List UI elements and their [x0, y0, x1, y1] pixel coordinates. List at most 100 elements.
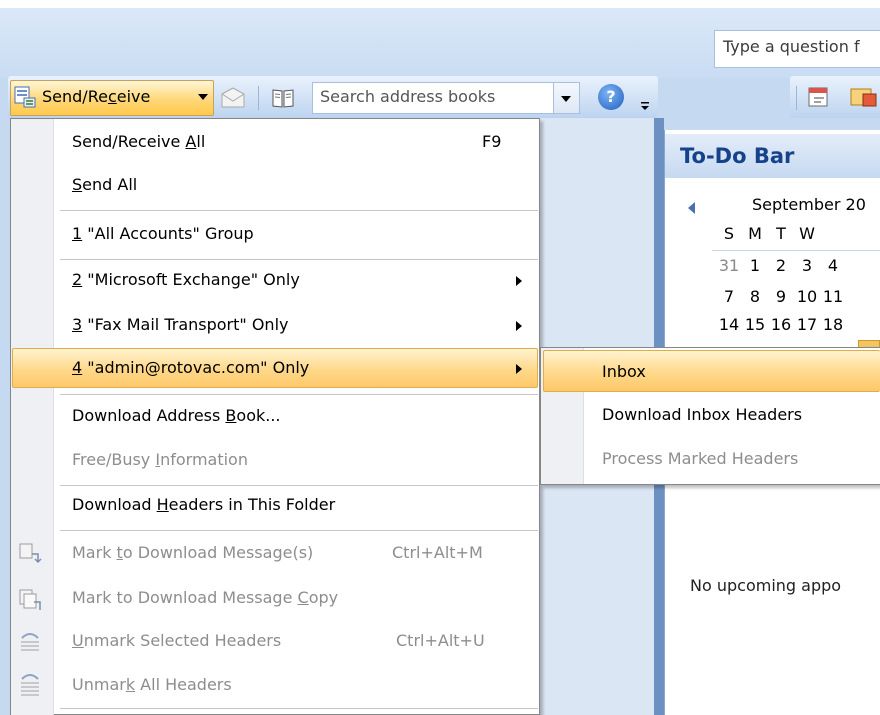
calendar-day[interactable]: 10	[794, 287, 820, 306]
label-part: Send/Receive	[72, 132, 186, 151]
submenu-arrow-icon	[516, 321, 522, 331]
label-part: end All	[82, 175, 138, 194]
calendar-day[interactable]: 2	[768, 256, 794, 275]
accelerator-key: A	[185, 132, 197, 151]
help-icon[interactable]: ?	[598, 84, 624, 110]
calendar-day[interactable]: 4	[820, 256, 846, 275]
submenu-arrow-icon	[516, 276, 522, 286]
submenu-item-highlight[interactable]	[543, 350, 880, 392]
calendar-week-row: 14 15 16 17 18	[716, 315, 846, 334]
previous-month-icon[interactable]	[688, 202, 695, 214]
label-part: "Microsoft Exchange" Only	[82, 270, 300, 289]
label-part: Unmar	[72, 675, 126, 694]
menu-item-unmark-selected-headers[interactable]: Unmark Selected Headers	[72, 631, 281, 650]
calendar-day[interactable]: 1	[742, 256, 768, 275]
menu-item-send-all[interactable]: Send All	[72, 175, 137, 194]
address-book-icon[interactable]	[272, 88, 294, 108]
calendar-icon[interactable]	[806, 84, 832, 110]
menu-item-free-busy-information[interactable]: Free/Busy Information	[72, 450, 248, 469]
label-part: eive	[116, 87, 151, 106]
shortcut-mark-to-download: Ctrl+Alt+M	[392, 543, 483, 562]
help-question-input[interactable]: Type a question f	[714, 30, 880, 68]
calendar-day[interactable]: 18	[820, 315, 846, 334]
menu-separator	[60, 485, 538, 486]
toolbar-options-icon[interactable]	[640, 96, 650, 112]
accelerator-key: H	[156, 495, 169, 514]
unmark-all-icon	[21, 674, 39, 696]
label-part: Download	[72, 495, 157, 514]
label-part: "Fax Mail Transport" Only	[82, 315, 289, 334]
menu-item-download-address-book[interactable]: Download Address Book...	[72, 406, 281, 425]
menu-item-send-receive-all[interactable]: Send/Receive All	[72, 132, 205, 151]
menu-item-fax-mail-transport-only[interactable]: 3 "Fax Mail Transport" Only	[72, 315, 288, 334]
shortcut-send-receive-all: F9	[482, 132, 502, 151]
rules-icon[interactable]	[848, 84, 880, 110]
submenu-item-download-inbox-headers[interactable]: Download Inbox Headers	[602, 405, 802, 424]
search-placeholder: Search address books	[320, 87, 496, 106]
label-part: ll	[196, 132, 206, 151]
calendar-day[interactable]: 8	[742, 287, 768, 306]
send-receive-icon	[14, 86, 36, 108]
day-header: W	[799, 224, 815, 243]
label-part: Free/Busy	[72, 450, 156, 469]
label-part: Mark to Download Message	[72, 588, 298, 607]
label-part: o Download Message(s)	[122, 543, 314, 562]
menu-item-admin-rotovac-only[interactable]: 4 "admin@rotovac.com" Only	[72, 358, 309, 377]
mark-download-copy-icon	[19, 589, 41, 610]
calendar-day[interactable]: 17	[794, 315, 820, 334]
toolbar-separator	[796, 86, 797, 110]
menu-separator	[60, 259, 538, 260]
day-header: S	[723, 224, 735, 243]
accelerator-key: C	[297, 588, 309, 607]
label-part: All Headers	[135, 675, 232, 694]
calendar-day[interactable]: 31	[716, 256, 742, 275]
calendar-day-headers: SMTW	[716, 224, 820, 243]
menu-item-mark-to-download-messages[interactable]: Mark to Download Message(s)	[72, 543, 313, 562]
menu-item-microsoft-exchange-only[interactable]: 2 "Microsoft Exchange" Only	[72, 270, 300, 289]
menu-item-download-headers-in-folder[interactable]: Download Headers in This Folder	[72, 495, 335, 514]
label-part: nformation	[160, 450, 248, 469]
title-strip	[0, 0, 880, 8]
label-part: "All Accounts" Group	[82, 224, 254, 243]
accelerator-key: 3	[72, 315, 83, 334]
calendar-day[interactable]: 14	[716, 315, 742, 334]
menu-separator	[60, 530, 538, 531]
menu-item-unmark-all-headers[interactable]: Unmark All Headers	[72, 675, 232, 694]
accelerator-key: B	[225, 406, 237, 425]
label-part: ook...	[236, 406, 281, 425]
mark-download-icon	[19, 543, 42, 564]
calendar-day[interactable]: 15	[742, 315, 768, 334]
menu-separator	[60, 210, 538, 211]
send-receive-label: Send/Receive	[42, 87, 150, 106]
chevron-down-icon	[561, 96, 571, 102]
accelerator-key: 1	[72, 224, 83, 243]
envelope-icon[interactable]	[220, 86, 246, 110]
calendar-day[interactable]: 16	[768, 315, 794, 334]
label-part: Mark	[72, 543, 117, 562]
calendar-day[interactable]: 9	[768, 287, 794, 306]
accelerator-key: S	[72, 175, 83, 194]
accelerator-key: c	[107, 87, 117, 106]
label-part: Send/Re	[42, 87, 108, 106]
calendar-day[interactable]: 3	[794, 256, 820, 275]
calendar-divider	[712, 250, 880, 251]
submenu-item-process-marked-headers[interactable]: Process Marked Headers	[602, 449, 798, 468]
day-header: M	[748, 224, 762, 243]
menu-separator	[60, 708, 538, 709]
submenu-item-inbox[interactable]: Inbox	[602, 362, 646, 381]
accelerator-key: U	[72, 631, 84, 650]
accelerator-key: 2	[72, 270, 83, 289]
label-part: opy	[308, 588, 339, 607]
calendar-day[interactable]: 11	[820, 287, 846, 306]
accelerator-key: k	[125, 675, 136, 694]
calendar-week-row: 31 1 2 3 4	[716, 256, 846, 275]
menu-icon-gutter	[11, 119, 54, 715]
menu-separator	[60, 394, 538, 395]
label-part: Download Address	[72, 406, 226, 425]
label-part: "admin@rotovac.com" Only	[82, 358, 310, 377]
menu-item-all-accounts-group[interactable]: 1 "All Accounts" Group	[72, 224, 254, 243]
calendar-week-row: 7 8 9 10 11	[716, 287, 846, 306]
calendar-day[interactable]: 7	[716, 287, 742, 306]
chevron-down-icon[interactable]	[198, 94, 208, 100]
menu-item-mark-to-download-copy[interactable]: Mark to Download Message Copy	[72, 588, 338, 607]
